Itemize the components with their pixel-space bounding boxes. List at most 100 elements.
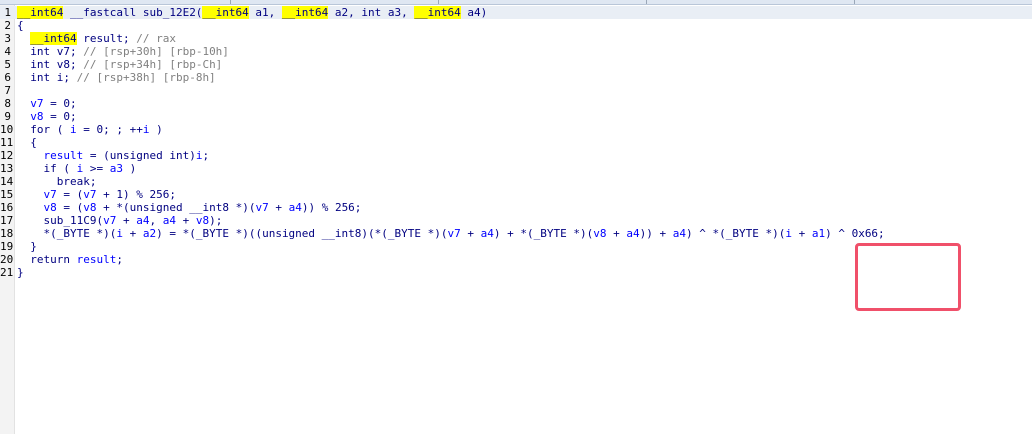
code-text: );: [209, 214, 223, 227]
code-text: {: [30, 136, 37, 149]
variable[interactable]: a4: [136, 214, 149, 227]
code-text: return: [30, 253, 77, 266]
comment: // [rsp+38h] [rbp-8h]: [76, 71, 216, 84]
code-text: +: [116, 214, 137, 227]
variable[interactable]: result: [77, 253, 117, 266]
code-text: __fastcall sub_12E2(: [63, 6, 203, 19]
tab-separator: [438, 0, 439, 4]
code-text: = (: [56, 201, 84, 214]
comment: // [rsp+30h] [rbp-10h]: [83, 45, 229, 58]
type-token[interactable]: __int64: [414, 6, 461, 19]
code-text: = 0;: [43, 97, 77, 110]
code-line-9[interactable]: 9 v8 = 0;: [0, 110, 1032, 123]
code-text: ;: [116, 253, 123, 266]
code-line-5[interactable]: 5 int v8; // [rsp+34h] [rbp-Ch]: [0, 58, 1032, 71]
code-text: >=: [83, 162, 110, 175]
code-line-18[interactable]: 18 *(_BYTE *)(i + a2) = *(_BYTE *)((unsi…: [0, 227, 1032, 240]
code-text: ;: [202, 149, 210, 162]
type-token[interactable]: __int64: [281, 6, 329, 19]
code-text: }: [30, 240, 37, 253]
variable[interactable]: v8: [196, 214, 209, 227]
code-text: +: [268, 201, 289, 214]
comment: // [rsp+34h] [rbp-Ch]: [83, 58, 223, 71]
variable[interactable]: v7: [255, 201, 268, 214]
pseudocode-view[interactable]: 1 __int64 __fastcall sub_12E2(__int64 a1…: [0, 6, 1032, 279]
line-number: 14: [0, 175, 14, 188]
variable[interactable]: result: [44, 149, 84, 162]
line-number: 7: [4, 84, 11, 97]
code-line-3[interactable]: 3 __int64 result; // rax: [0, 32, 1032, 45]
line-number: 5: [4, 58, 11, 71]
code-text: int v7;: [30, 45, 84, 58]
code-line-7[interactable]: 7: [0, 84, 1032, 97]
code-text: result;: [76, 32, 137, 45]
code-text: a4): [460, 6, 488, 19]
line-number: 19: [0, 240, 14, 253]
variable[interactable]: v7: [44, 188, 57, 201]
code-text: ): [123, 162, 137, 175]
variable[interactable]: v8: [44, 201, 57, 214]
tab-separator: [646, 0, 647, 4]
line-number: 13: [0, 162, 14, 175]
code-text: int i;: [30, 71, 77, 84]
tab-strip[interactable]: [0, 0, 1032, 5]
line-number: 17: [0, 214, 14, 227]
code-line-15[interactable]: 15 v7 = (v7 + 1) % 256;: [0, 188, 1032, 201]
code-text: = (unsigned int): [83, 149, 196, 162]
code-line-6[interactable]: 6 int i; // [rsp+38h] [rbp-8h]: [0, 71, 1032, 84]
code-text: a2, int a3,: [328, 6, 415, 19]
code-line-8[interactable]: 8 v7 = 0;: [0, 97, 1032, 110]
line-number: 1: [4, 6, 11, 19]
line-number: 21: [0, 266, 14, 279]
variable[interactable]: a2: [143, 227, 156, 240]
code-line-14[interactable]: 14 break;: [0, 175, 1032, 188]
line-number: 4: [4, 45, 11, 58]
variable[interactable]: a4: [626, 227, 639, 240]
line-number: 16: [0, 201, 14, 214]
code-line-2[interactable]: 2 {: [0, 19, 1032, 32]
type-token[interactable]: __int64: [202, 6, 249, 19]
line-number: 10: [0, 123, 14, 136]
variable[interactable]: a1: [812, 227, 825, 240]
tab-separator: [230, 0, 231, 4]
code-text: )) % 256;: [301, 201, 362, 214]
variable[interactable]: v8: [30, 110, 43, 123]
variable[interactable]: v7: [103, 214, 116, 227]
variable[interactable]: i: [70, 123, 77, 136]
variable[interactable]: v8: [593, 227, 606, 240]
variable[interactable]: a4: [481, 227, 494, 240]
code-line-13[interactable]: 13 if ( i >= a3 ): [0, 162, 1032, 175]
code-text: + *(unsigned __int8 *)(: [96, 201, 256, 214]
code-text: +: [791, 227, 812, 240]
variable[interactable]: v8: [83, 201, 96, 214]
code-line-12[interactable]: 12 result = (unsigned int)i;: [0, 149, 1032, 162]
line-number: 8: [4, 97, 11, 110]
code-line-10[interactable]: 10 for ( i = 0; ; ++i ): [0, 123, 1032, 136]
code-line-11[interactable]: 11 {: [0, 136, 1032, 149]
variable[interactable]: a4: [163, 214, 176, 227]
code-text: ) + *(_BYTE *)(: [493, 227, 594, 240]
annotation-highlight-box: [855, 243, 961, 311]
variable[interactable]: v7: [83, 188, 96, 201]
variable[interactable]: a3: [110, 162, 123, 175]
code-line-17[interactable]: 17 sub_11C9(v7 + a4, a4 + v8);: [0, 214, 1032, 227]
variable[interactable]: v7: [30, 97, 43, 110]
line-number: 20: [0, 253, 14, 266]
tab-separator: [854, 0, 855, 4]
type-token[interactable]: __int64: [17, 6, 64, 19]
variable[interactable]: a4: [289, 201, 302, 214]
variable[interactable]: i: [116, 227, 123, 240]
code-line-1[interactable]: 1 __int64 __fastcall sub_12E2(__int64 a1…: [0, 6, 1032, 19]
code-text: = (: [56, 188, 84, 201]
variable[interactable]: i: [785, 227, 792, 240]
variable[interactable]: a4: [673, 227, 686, 240]
line-number: 6: [4, 71, 11, 84]
function-call[interactable]: sub_11C9: [44, 214, 97, 227]
variable[interactable]: v7: [448, 227, 461, 240]
code-text: + 1) % 256;: [96, 188, 176, 201]
code-text: = 0;: [43, 110, 77, 123]
line-number: 12: [0, 149, 14, 162]
type-token[interactable]: __int64: [30, 32, 77, 45]
code-line-4[interactable]: 4 int v7; // [rsp+30h] [rbp-10h]: [0, 45, 1032, 58]
code-line-16[interactable]: 16 v8 = (v8 + *(unsigned __int8 *)(v7 + …: [0, 201, 1032, 214]
